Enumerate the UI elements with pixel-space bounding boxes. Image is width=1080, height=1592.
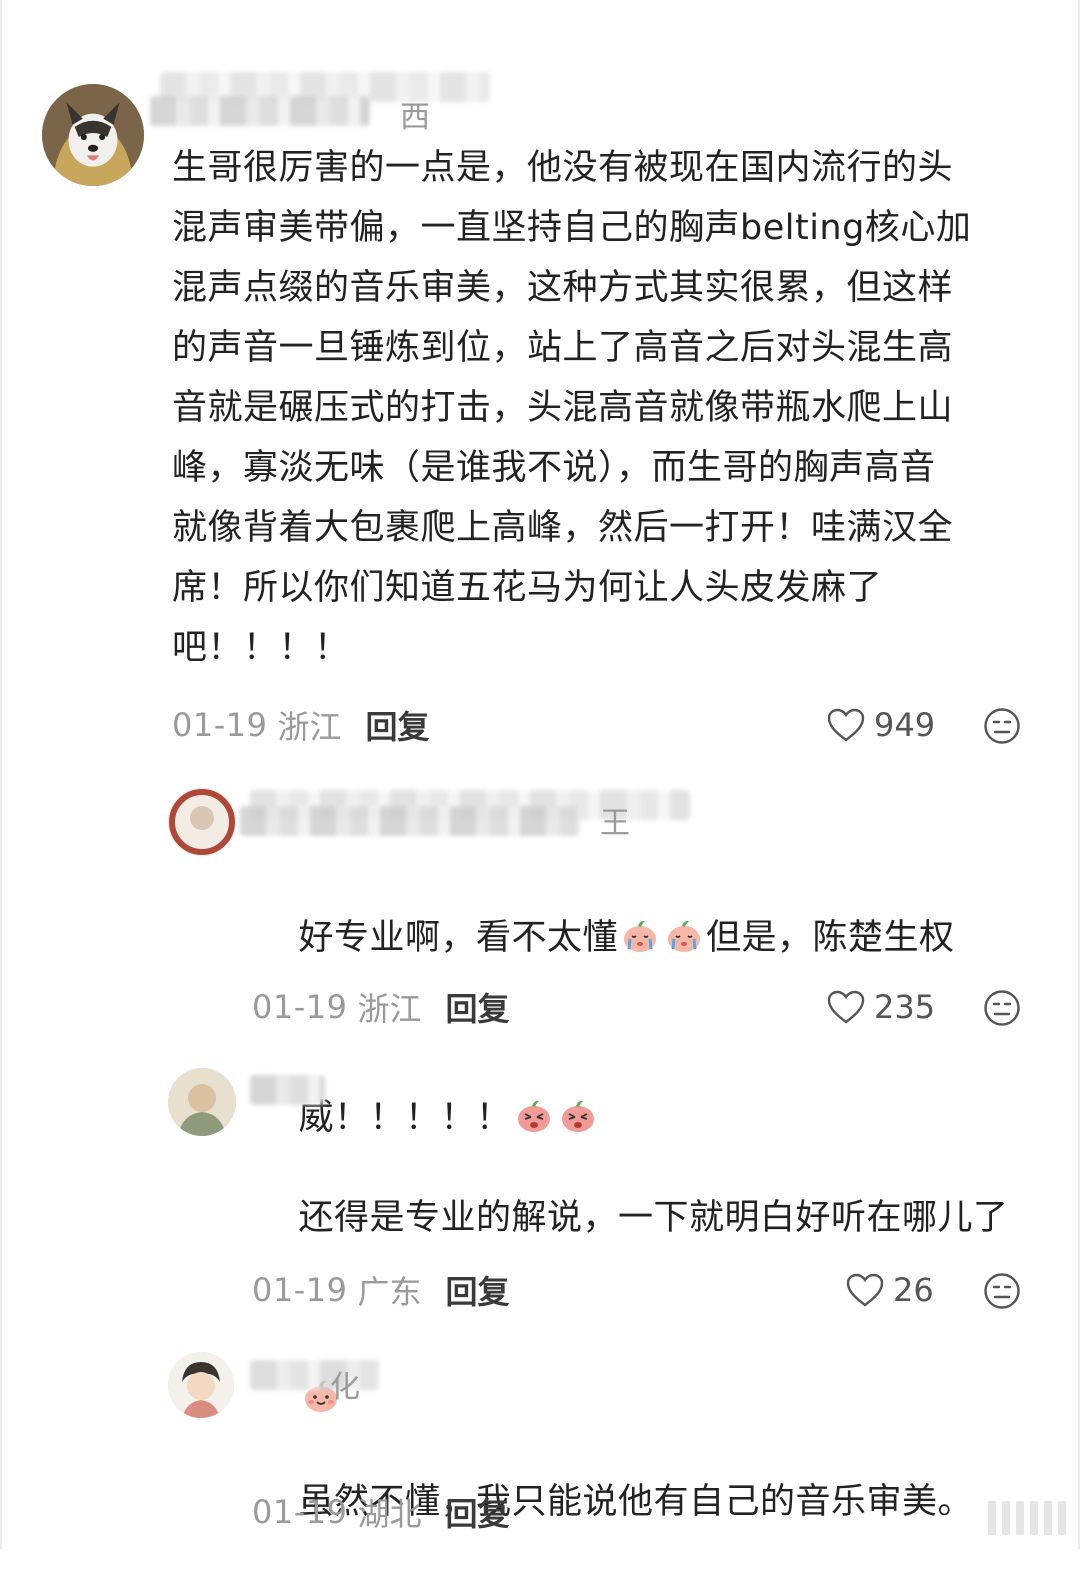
blurred-username bbox=[240, 806, 580, 836]
blurred-username bbox=[150, 96, 370, 126]
comment-meta: 01-19 湖北 回复 bbox=[252, 1489, 510, 1535]
comment-date: 01-19 bbox=[252, 988, 348, 1026]
avatar[interactable] bbox=[168, 1352, 234, 1418]
comment-date: 01-19 bbox=[252, 1493, 348, 1531]
comment-text-part: 还得是专业的解说，一下就明白好听在哪儿了 bbox=[298, 1198, 1009, 1238]
heart-outline-icon bbox=[827, 708, 865, 742]
heart-outline-icon bbox=[827, 990, 865, 1024]
reply-button[interactable]: 回复 bbox=[446, 1267, 510, 1313]
comment-location: 湖北 bbox=[357, 1495, 422, 1533]
comment-text-part: 好专业啊，看不太懂 bbox=[298, 918, 619, 958]
heart-outline-icon bbox=[846, 1273, 884, 1307]
dog-avatar-image bbox=[42, 84, 144, 186]
comment-text-part: 但是，陈楚生权 bbox=[706, 918, 955, 958]
comment-location: 浙江 bbox=[277, 708, 342, 746]
username-tail: 西 bbox=[400, 100, 432, 135]
comment-text: 生哥很厉害的一点是，他没有被现在国内流行的头 混声审美带偏，一直坚持自己的胸声b… bbox=[172, 148, 972, 668]
avatar[interactable] bbox=[168, 788, 236, 856]
comment-location: 广东 bbox=[357, 1273, 422, 1311]
reply-button[interactable]: 回复 bbox=[446, 1489, 510, 1535]
blurred-username bbox=[250, 1075, 325, 1105]
comment-meta: 01-19 浙江 回复 bbox=[252, 984, 510, 1030]
crying-peach-emoji-icon bbox=[664, 915, 704, 955]
reply-button[interactable]: 回复 bbox=[366, 702, 430, 748]
comment-meta: 01-19 浙江 回复 bbox=[172, 702, 430, 748]
like-button[interactable]: 949 bbox=[826, 705, 935, 745]
illustrated-avatar-image bbox=[168, 1068, 236, 1136]
comment-date: 01-19 bbox=[252, 1271, 348, 1309]
reply-button[interactable]: 回复 bbox=[446, 984, 510, 1030]
neutral-face-icon[interactable] bbox=[983, 707, 1021, 745]
like-button[interactable]: 26 bbox=[845, 1270, 934, 1310]
watermark-bars bbox=[988, 1501, 1066, 1535]
avatar[interactable] bbox=[42, 84, 144, 186]
like-count: 26 bbox=[893, 1271, 934, 1309]
username-tail: 王 bbox=[600, 806, 632, 841]
username-tail: 化 bbox=[330, 1370, 362, 1405]
crying-peach-emoji-icon bbox=[620, 915, 660, 955]
cartoon-avatar-image bbox=[168, 1352, 234, 1418]
comment-date: 01-19 bbox=[172, 706, 268, 744]
badge-avatar-image bbox=[168, 788, 236, 856]
like-button[interactable]: 235 bbox=[826, 987, 935, 1027]
neutral-face-icon[interactable] bbox=[983, 989, 1021, 1027]
avatar[interactable] bbox=[168, 1068, 236, 1136]
neutral-face-icon[interactable] bbox=[983, 1272, 1021, 1310]
frame-edge-left bbox=[0, 0, 2, 1549]
like-count: 949 bbox=[874, 706, 936, 744]
like-count: 235 bbox=[874, 988, 936, 1026]
comment-meta: 01-19 广东 回复 bbox=[252, 1267, 510, 1313]
comment-location: 浙江 bbox=[357, 990, 422, 1028]
